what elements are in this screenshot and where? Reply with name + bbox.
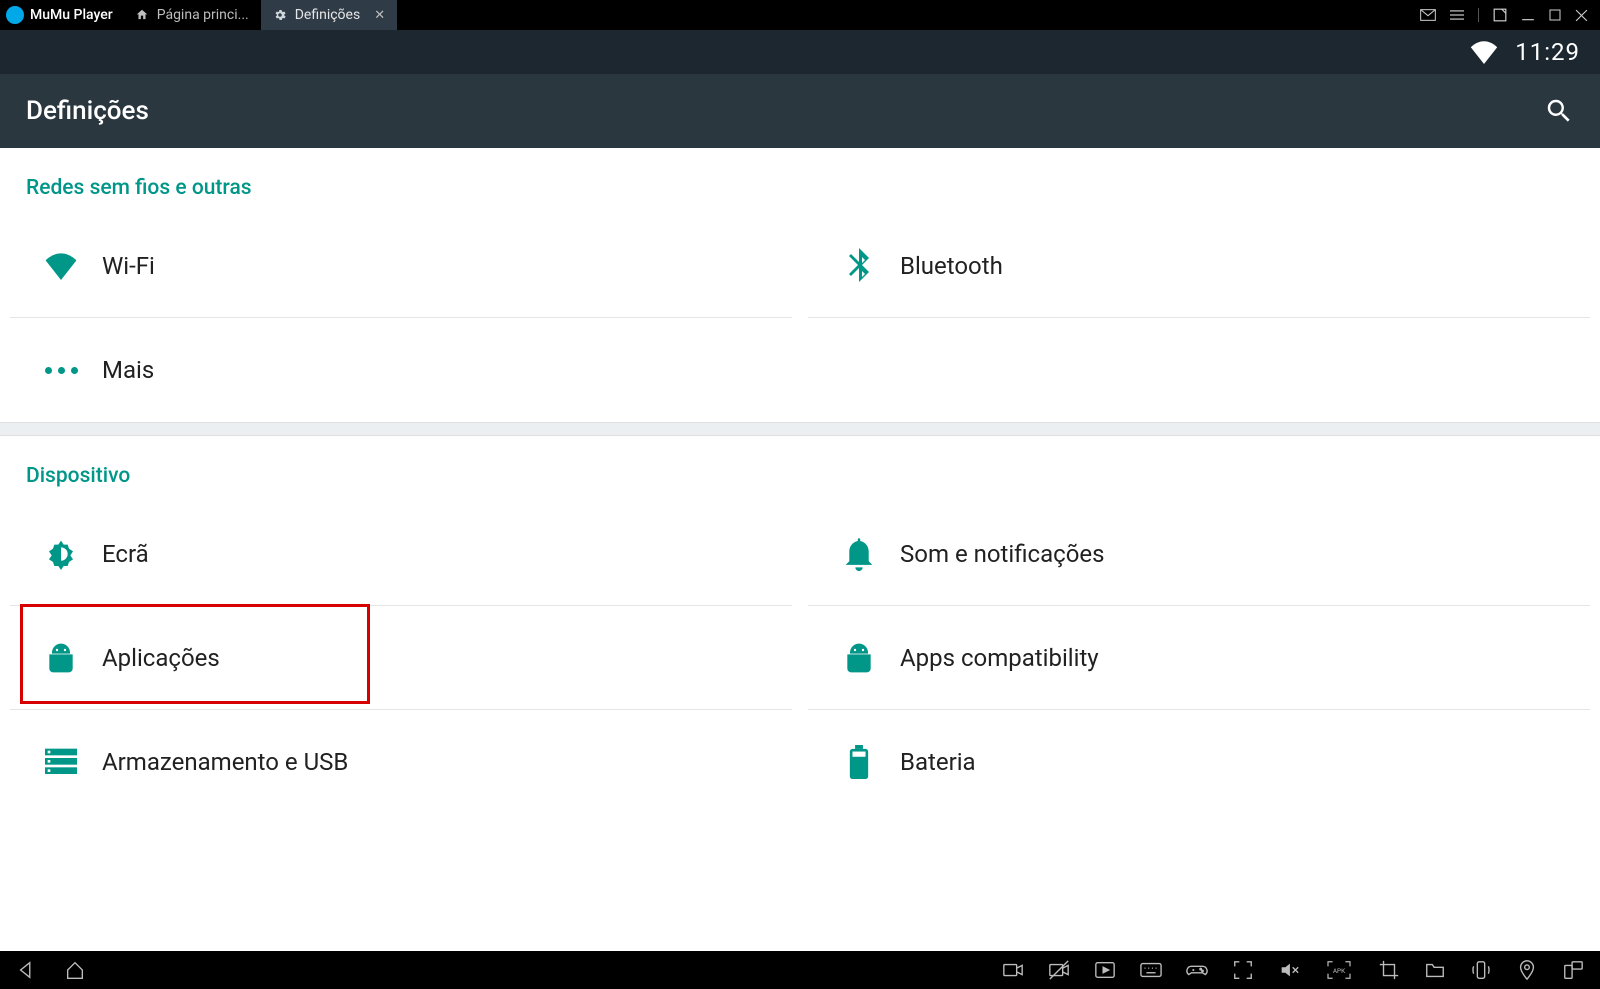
apps-compat-label: Apps compatibility bbox=[900, 644, 1099, 672]
close-icon[interactable] bbox=[1575, 9, 1588, 22]
settings-item-storage[interactable]: Armazenamento e USB bbox=[10, 710, 792, 814]
bluetooth-icon bbox=[818, 248, 900, 284]
app-header: Definições bbox=[0, 74, 1600, 148]
storage-icon bbox=[20, 748, 102, 776]
crop-icon[interactable] bbox=[1378, 959, 1400, 981]
separator bbox=[1478, 8, 1479, 22]
minimize-icon[interactable] bbox=[1521, 8, 1535, 22]
bluetooth-label: Bluetooth bbox=[900, 252, 1003, 280]
settings-item-display[interactable]: Ecrã bbox=[10, 502, 792, 606]
nav-back-icon[interactable] bbox=[16, 959, 38, 981]
nav-home-icon[interactable] bbox=[64, 959, 86, 981]
app-name: MuMu Player bbox=[30, 7, 113, 23]
settings-content: Redes sem fios e outras Wi-Fi Bluetooth … bbox=[0, 148, 1600, 951]
sound-label: Som e notificações bbox=[900, 540, 1105, 568]
android-navbar: APK bbox=[0, 951, 1600, 989]
android-apps-icon bbox=[20, 642, 102, 674]
tab-close-icon[interactable]: ✕ bbox=[374, 8, 385, 23]
section-header-wireless: Redes sem fios e outras bbox=[0, 148, 1600, 214]
menu-icon[interactable] bbox=[1450, 9, 1464, 21]
shake-icon[interactable] bbox=[1470, 959, 1492, 981]
settings-item-apps-compat[interactable]: Apps compatibility bbox=[808, 606, 1590, 710]
battery-icon bbox=[818, 745, 900, 779]
display-label: Ecrã bbox=[102, 540, 149, 568]
android-status-bar: 11:29 bbox=[0, 30, 1600, 74]
rotate-icon[interactable] bbox=[1562, 959, 1584, 981]
camera-off-icon[interactable] bbox=[1048, 959, 1070, 981]
wifi-label: Wi-Fi bbox=[102, 252, 155, 280]
folder-icon[interactable] bbox=[1424, 959, 1446, 981]
screenshot-icon[interactable] bbox=[1094, 959, 1116, 981]
apps-label: Aplicações bbox=[102, 644, 220, 672]
mumu-logo-icon bbox=[6, 6, 24, 24]
volume-mute-icon[interactable] bbox=[1278, 959, 1300, 981]
settings-item-wifi[interactable]: Wi-Fi bbox=[10, 214, 792, 318]
battery-label: Bateria bbox=[900, 748, 976, 776]
settings-item-more[interactable]: Mais bbox=[10, 318, 792, 422]
tab-home[interactable]: Página princi... bbox=[123, 0, 261, 30]
window-titlebar: MuMu Player Página princi... Definições … bbox=[0, 0, 1600, 30]
svg-text:APK: APK bbox=[1333, 967, 1346, 975]
bell-icon bbox=[818, 537, 900, 571]
settings-item-apps[interactable]: Aplicações bbox=[10, 606, 792, 710]
section-divider bbox=[0, 422, 1600, 436]
fullscreen-toggle-icon[interactable] bbox=[1232, 959, 1254, 981]
wifi-status-icon bbox=[1469, 40, 1499, 64]
record-icon[interactable] bbox=[1002, 959, 1024, 981]
settings-item-bluetooth[interactable]: Bluetooth bbox=[808, 214, 1590, 318]
page-title: Definições bbox=[26, 96, 149, 126]
status-time: 11:29 bbox=[1515, 38, 1580, 66]
section-header-device: Dispositivo bbox=[0, 436, 1600, 502]
gamepad-icon[interactable] bbox=[1186, 959, 1208, 981]
more-label: Mais bbox=[102, 356, 154, 384]
tab-home-label: Página princi... bbox=[157, 7, 249, 23]
tab-settings[interactable]: Definições ✕ bbox=[261, 0, 397, 30]
location-icon[interactable] bbox=[1516, 959, 1538, 981]
mail-icon[interactable] bbox=[1420, 9, 1436, 21]
wifi-icon bbox=[20, 252, 102, 280]
android-compat-icon bbox=[818, 642, 900, 674]
maximize-icon[interactable] bbox=[1549, 9, 1561, 21]
search-icon[interactable] bbox=[1544, 96, 1574, 126]
settings-item-sound[interactable]: Som e notificações bbox=[808, 502, 1590, 606]
tab-strip: Página princi... Definições ✕ bbox=[123, 0, 397, 30]
display-icon bbox=[20, 538, 102, 570]
fullscreen-icon[interactable] bbox=[1493, 8, 1507, 22]
tab-settings-label: Definições bbox=[295, 7, 360, 23]
storage-label: Armazenamento e USB bbox=[102, 748, 348, 776]
keyboard-icon[interactable] bbox=[1140, 959, 1162, 981]
home-icon bbox=[135, 8, 149, 22]
gear-icon bbox=[273, 8, 287, 22]
window-controls bbox=[1420, 8, 1600, 22]
apk-install-icon[interactable]: APK bbox=[1324, 959, 1354, 981]
more-icon bbox=[20, 367, 102, 374]
settings-item-battery[interactable]: Bateria bbox=[808, 710, 1590, 814]
